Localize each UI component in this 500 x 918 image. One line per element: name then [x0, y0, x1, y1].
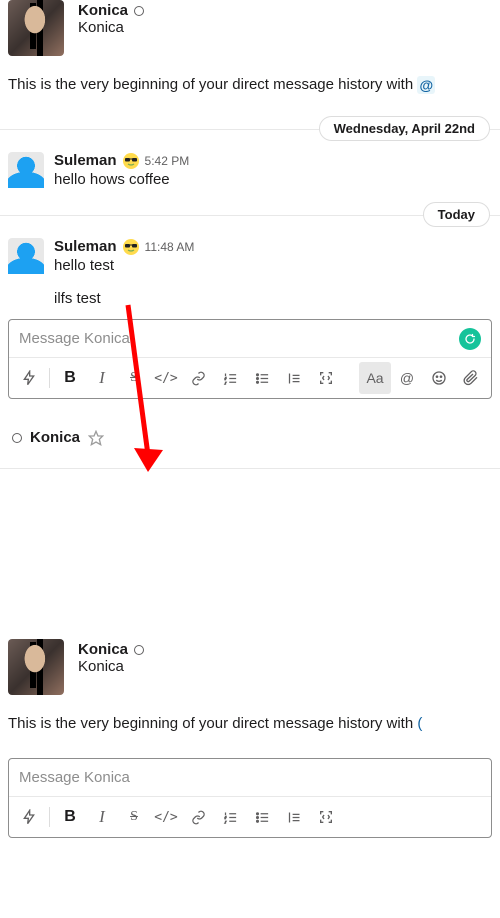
message-row: Suleman 11:48 AM hello test: [0, 238, 500, 284]
dm-intro: This is the very beginning of your direc…: [0, 703, 500, 750]
strikethrough-button[interactable]: S: [118, 801, 150, 833]
message-row: Suleman 5:42 PM hello hows coffee: [0, 152, 500, 198]
message-input[interactable]: Message Konica: [9, 759, 491, 796]
bullet-list-button[interactable]: [246, 801, 278, 833]
presence-indicator: [134, 6, 144, 16]
message-text: hello hows coffee: [54, 169, 189, 188]
dm-subname: Konica: [78, 658, 144, 675]
italic-button[interactable]: I: [86, 362, 118, 394]
code-button[interactable]: </>: [150, 801, 182, 833]
dm-intro-text: This is the very beginning of your direc…: [8, 715, 417, 732]
dm-header: Konica Konica: [0, 0, 500, 64]
mention-button[interactable]: @: [391, 362, 423, 394]
composer-toolbar: B I S </> Aa @: [9, 357, 491, 398]
date-divider: Wednesday, April 22nd: [0, 116, 500, 142]
shortcuts-icon[interactable]: [13, 801, 45, 833]
code-block-button[interactable]: [310, 362, 342, 394]
message-text: hello test: [54, 255, 194, 274]
code-button[interactable]: </>: [150, 362, 182, 394]
presence-indicator: [134, 645, 144, 655]
formatting-toggle-button[interactable]: Aa: [359, 362, 391, 394]
code-block-button[interactable]: [310, 801, 342, 833]
mention-chip[interactable]: @: [417, 76, 435, 94]
message-author[interactable]: Suleman: [54, 238, 117, 255]
dm-name-row: Konica: [78, 2, 144, 19]
star-icon[interactable]: [88, 430, 104, 446]
bold-button[interactable]: B: [54, 801, 86, 833]
message-timestamp: 11:48 AM: [145, 240, 195, 254]
date-divider: Today: [0, 202, 500, 228]
dm-name[interactable]: Konica: [78, 641, 128, 658]
blockquote-button[interactable]: [278, 362, 310, 394]
shortcuts-icon[interactable]: [13, 362, 45, 394]
date-pill[interactable]: Today: [423, 202, 490, 227]
message-timestamp: 5:42 PM: [145, 154, 190, 168]
dm-name-row: Konica: [78, 641, 144, 658]
link-button[interactable]: [182, 362, 214, 394]
blockquote-button[interactable]: [278, 801, 310, 833]
message-composer: Message Konica B I S </>: [8, 758, 492, 838]
avatar[interactable]: [8, 238, 44, 274]
avatar[interactable]: [8, 0, 64, 56]
channel-name[interactable]: Konica: [30, 429, 80, 446]
avatar[interactable]: [8, 152, 44, 188]
italic-button[interactable]: I: [86, 801, 118, 833]
mention-chip[interactable]: (: [417, 715, 422, 732]
sunglasses-emoji-icon: [123, 239, 139, 255]
link-button[interactable]: [182, 801, 214, 833]
ordered-list-button[interactable]: [214, 362, 246, 394]
dm-intro: This is the very beginning of your direc…: [0, 64, 500, 112]
dm-header: Konica Konica: [0, 639, 500, 703]
message-text: ilfs test: [0, 284, 500, 311]
message-author[interactable]: Suleman: [54, 152, 117, 169]
dm-intro-text: This is the very beginning of your direc…: [8, 76, 417, 93]
dm-panel-top: Konica Konica This is the very beginning…: [0, 0, 500, 469]
sunglasses-emoji-icon: [123, 153, 139, 169]
composer-toolbar: B I S </>: [9, 796, 491, 837]
presence-indicator: [12, 433, 22, 443]
bullet-list-button[interactable]: [246, 362, 278, 394]
avatar[interactable]: [8, 639, 64, 695]
grammarly-icon[interactable]: [459, 328, 481, 350]
strikethrough-button[interactable]: S: [118, 362, 150, 394]
bold-button[interactable]: B: [54, 362, 86, 394]
dm-panel-bottom: Konica Konica This is the very beginning…: [0, 639, 500, 838]
dm-name[interactable]: Konica: [78, 2, 128, 19]
ordered-list-button[interactable]: [214, 801, 246, 833]
message-input[interactable]: Message Konica: [9, 320, 491, 357]
message-composer: Message Konica B I S </>: [8, 319, 492, 399]
attach-button[interactable]: [455, 362, 487, 394]
channel-header: Konica: [0, 399, 500, 458]
dm-subname: Konica: [78, 19, 144, 36]
emoji-button[interactable]: [423, 362, 455, 394]
date-pill[interactable]: Wednesday, April 22nd: [319, 116, 490, 141]
